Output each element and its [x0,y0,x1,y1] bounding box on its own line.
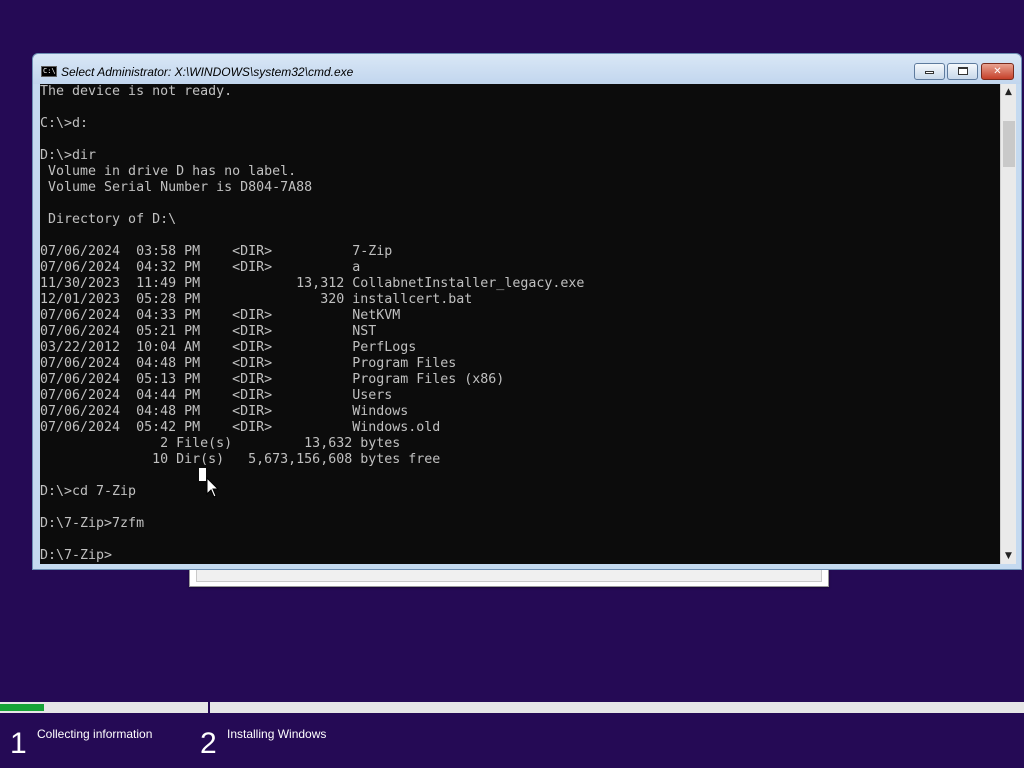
text-cursor [199,468,206,481]
cmd-icon-glyph: C:\ [43,67,56,75]
step-label: Installing Windows [227,727,327,741]
maximize-icon [957,67,968,75]
mouse-pointer-icon [206,477,220,498]
close-button[interactable]: ✕ [981,63,1014,80]
scrollbar-thumb[interactable] [1003,121,1015,167]
step-number: 1 [10,727,27,760]
minimize-button[interactable] [914,63,945,80]
step-number: 2 [200,727,217,760]
step-label: Collecting information [37,727,153,741]
scroll-down-arrow-icon[interactable]: ▼ [1001,548,1016,564]
setup-dialog-inner-panel [196,568,822,582]
minimize-icon [925,71,934,74]
close-icon: ✕ [993,66,1002,77]
setup-desktop: C:\ Select Administrator: X:\WINDOWS\sys… [0,0,1024,768]
windows-setup-dialog-edge [189,568,829,587]
setup-progress-fill [0,704,44,711]
vertical-scrollbar[interactable]: ▲ ▼ [1000,84,1016,564]
progress-step-divider [208,702,210,713]
console-text: The device is not ready. C:\>d: D:\>dir … [40,84,585,563]
setup-progress-bar [0,702,1024,713]
scroll-up-arrow-icon[interactable]: ▲ [1001,84,1016,100]
window-title: Select Administrator: X:\WINDOWS\system3… [61,65,354,79]
maximize-button[interactable] [947,63,978,80]
cmd-console-icon[interactable]: C:\ [41,66,57,77]
console-output[interactable]: The device is not ready. C:\>d: D:\>dir … [40,84,1000,564]
cmd-titlebar[interactable]: C:\ Select Administrator: X:\WINDOWS\sys… [33,54,1021,84]
cmd-window[interactable]: C:\ Select Administrator: X:\WINDOWS\sys… [32,53,1022,570]
